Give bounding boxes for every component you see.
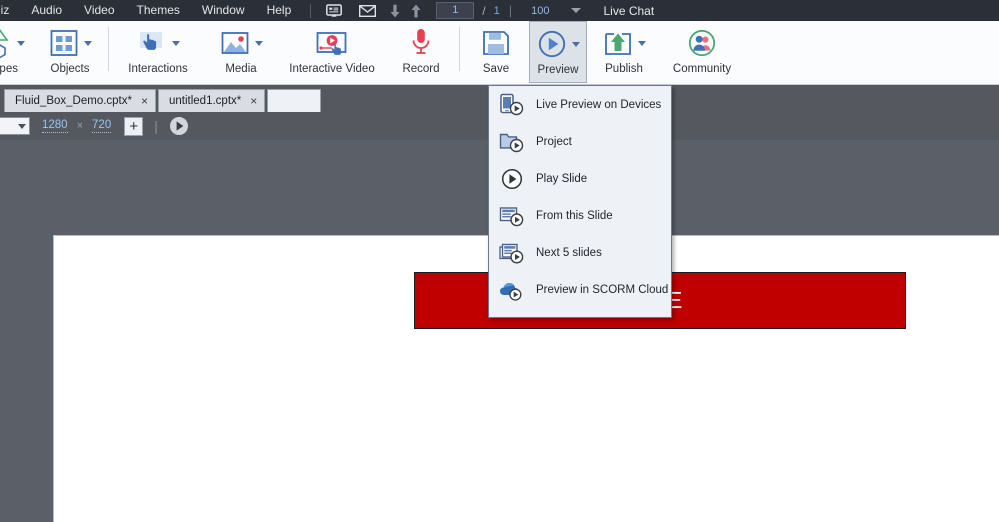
people-icon xyxy=(687,28,717,58)
menu-item-from-this-slide[interactable]: From this Slide xyxy=(489,197,671,234)
record-button[interactable]: Record xyxy=(390,21,452,83)
mail-icon[interactable] xyxy=(359,4,377,17)
chevron-down-icon[interactable] xyxy=(571,8,582,13)
shapes-button[interactable]: apes xyxy=(0,21,25,83)
subbar-divider: | xyxy=(154,118,158,134)
menu-help[interactable]: Help xyxy=(256,0,303,21)
interactive-video-icon xyxy=(315,28,349,58)
panel-icon[interactable] xyxy=(326,3,343,18)
menubar-divider-1 xyxy=(310,3,312,18)
preset-size-dropdown[interactable] xyxy=(0,117,30,135)
page-total: 1 xyxy=(493,4,500,17)
media-icon xyxy=(220,28,250,58)
add-button[interactable]: + xyxy=(124,116,144,136)
menu-video[interactable]: Video xyxy=(73,0,125,21)
chevron-down-icon[interactable] xyxy=(17,40,25,46)
menubar-divider-2: | xyxy=(508,3,513,18)
menu-quiz[interactable]: iiz xyxy=(0,0,20,21)
community-label: Community xyxy=(672,63,732,75)
chevron-down-icon[interactable] xyxy=(571,41,580,47)
objects-label: Objects xyxy=(50,63,90,75)
document-tab-new-placeholder[interactable] xyxy=(267,89,322,112)
document-tab-fluid-box-demo[interactable]: Fluid_Box_Demo.cptx* × xyxy=(4,89,156,112)
document-tab-label: untitled1.cptx* xyxy=(169,95,242,107)
preview-dropdown-menu: Live Preview on Devices Project Play Sli… xyxy=(488,85,672,318)
shapes-icon xyxy=(0,27,12,59)
menu-item-label: Next 5 slides xyxy=(536,246,602,259)
save-label: Save xyxy=(482,63,510,75)
chevron-down-icon[interactable] xyxy=(254,40,263,46)
menu-item-label: Play Slide xyxy=(536,172,588,185)
close-icon[interactable]: × xyxy=(141,95,148,107)
community-button[interactable]: Community xyxy=(661,21,743,83)
slide-width-input[interactable]: 1280 xyxy=(42,119,68,133)
menu-themes[interactable]: Themes xyxy=(126,0,191,21)
menu-item-preview-in-scorm-cloud[interactable]: Preview in SCORM Cloud xyxy=(489,271,671,308)
ribbon-divider-2 xyxy=(459,27,460,71)
interactions-label: Interactions xyxy=(128,63,188,75)
interactive-video-button[interactable]: Interactive Video xyxy=(280,21,384,83)
chevron-down-icon[interactable] xyxy=(171,40,180,46)
menu-item-label: Preview in SCORM Cloud xyxy=(536,283,669,296)
page-divider: / xyxy=(482,3,486,18)
document-tab-label: Fluid_Box_Demo.cptx* xyxy=(15,95,132,107)
menu-item-label: From this Slide xyxy=(536,209,613,222)
dimension-separator: × xyxy=(76,120,84,132)
ribbon-divider-1 xyxy=(108,27,109,71)
record-label: Record xyxy=(402,63,440,75)
menu-item-project[interactable]: Project xyxy=(489,123,671,160)
menu-item-label: Project xyxy=(536,135,572,148)
slide-preview-icon xyxy=(498,203,526,229)
objects-button[interactable]: Objects xyxy=(39,21,101,83)
publish-button[interactable]: Publish xyxy=(593,21,655,83)
chevron-down-icon[interactable] xyxy=(637,40,646,46)
interactive-video-label: Interactive Video xyxy=(289,63,375,75)
live-chat-link[interactable]: Live Chat xyxy=(603,4,654,18)
slide-height-input[interactable]: 720 xyxy=(92,119,112,133)
menu-window[interactable]: Window xyxy=(191,0,256,21)
microphone-icon xyxy=(408,27,434,59)
page-number-input[interactable]: 1 xyxy=(436,2,475,19)
media-button[interactable]: Media xyxy=(210,21,272,83)
menu-audio[interactable]: Audio xyxy=(20,0,73,21)
folder-preview-icon xyxy=(498,129,526,155)
chevron-down-icon xyxy=(18,123,26,129)
menu-item-live-preview-on-devices[interactable]: Live Preview on Devices xyxy=(489,86,671,123)
menu-item-label: Live Preview on Devices xyxy=(536,98,662,111)
play-circle-icon xyxy=(537,29,567,59)
preview-button[interactable]: Preview xyxy=(529,21,587,83)
ribbon-toolbar: apes Objects xyxy=(0,21,999,85)
preview-label: Preview xyxy=(537,64,579,76)
zoom-level[interactable]: 100 xyxy=(531,5,549,17)
objects-icon xyxy=(49,28,79,58)
interactions-icon xyxy=(137,28,167,58)
play-circle-icon xyxy=(498,166,526,192)
menu-item-play-slide[interactable]: Play Slide xyxy=(489,160,671,197)
publish-label: Publish xyxy=(605,63,643,75)
slides-stack-preview-icon xyxy=(498,240,526,266)
menu-bar: iiz Audio Video Themes Window Help 1 / 1 xyxy=(0,0,999,21)
arrow-down-icon[interactable] xyxy=(389,4,401,18)
device-preview-icon xyxy=(498,92,526,118)
document-tab-untitled1[interactable]: untitled1.cptx* × xyxy=(158,89,266,112)
shapes-label: apes xyxy=(0,63,18,75)
menu-item-next-5-slides[interactable]: Next 5 slides xyxy=(489,234,671,271)
chevron-down-icon[interactable] xyxy=(83,40,92,46)
floppy-disk-icon xyxy=(481,28,511,58)
play-button[interactable] xyxy=(169,116,189,136)
close-icon[interactable]: × xyxy=(250,95,257,107)
arrow-up-icon[interactable] xyxy=(410,4,422,18)
save-button[interactable]: Save xyxy=(467,21,525,83)
publish-upload-icon xyxy=(603,28,633,58)
interactions-button[interactable]: Interactions xyxy=(116,21,200,83)
media-label: Media xyxy=(225,63,257,75)
cloud-preview-icon xyxy=(498,277,526,303)
